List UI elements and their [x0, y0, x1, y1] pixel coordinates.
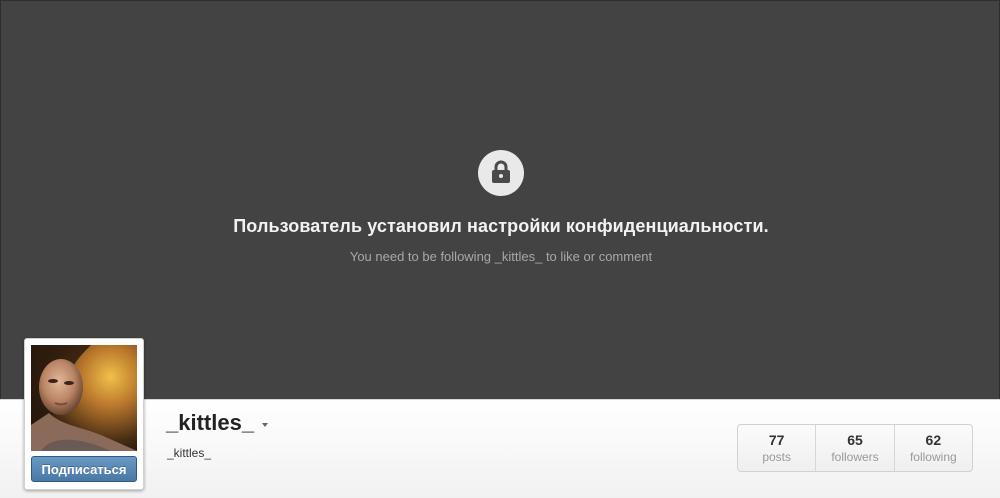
stat-label: following: [909, 450, 957, 464]
stat-label: followers: [831, 450, 879, 464]
caret-down-icon[interactable]: [262, 423, 269, 427]
avatar-photo: [31, 345, 137, 451]
stat-following[interactable]: 62 following: [895, 425, 972, 471]
stat-label: posts: [762, 450, 791, 464]
follow-button[interactable]: Подписаться: [31, 456, 137, 482]
stat-value: 65: [847, 432, 863, 448]
avatar[interactable]: [31, 345, 137, 451]
profile-page: Пользователь установил настройки конфиде…: [0, 0, 1000, 498]
lock-icon: [478, 150, 524, 196]
avatar-card: Подписаться: [24, 338, 144, 490]
profile-username: _kittles_: [166, 410, 255, 435]
private-account-banner: Пользователь установил настройки конфиде…: [0, 0, 1000, 400]
username-row: _kittles_: [166, 410, 269, 436]
stat-value: 62: [925, 432, 942, 448]
stat-followers[interactable]: 65 followers: [816, 425, 895, 471]
private-notice-subtitle: You need to be following _kittles_ to li…: [349, 249, 653, 264]
profile-stats: 77 posts 65 followers 62 following: [737, 424, 973, 472]
profile-full-name: _kittles_: [167, 446, 212, 460]
private-notice-title: Пользователь установил настройки конфиде…: [233, 216, 769, 236]
stat-value: 77: [768, 432, 785, 448]
stat-posts[interactable]: 77 posts: [738, 425, 817, 471]
